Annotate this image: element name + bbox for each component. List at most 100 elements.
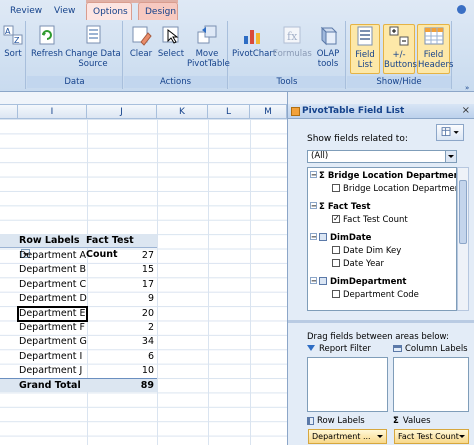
plus-minus-buttons-button[interactable]: +/- Buttons — [383, 24, 417, 74]
dimension-group[interactable]: − DimDate — [310, 232, 371, 244]
olap-tools-button[interactable]: OLAP tools — [312, 24, 344, 69]
pivot-row[interactable]: Department I 6 — [0, 350, 157, 364]
refresh-button[interactable]: Refresh — [30, 24, 64, 59]
col-header-j[interactable]: J — [87, 105, 157, 119]
formulas-button[interactable]: fx Formulas — [273, 24, 312, 59]
value-field-chip[interactable]: Fact Test Count — [394, 429, 469, 444]
group-data: Refresh Change Data Source Data — [27, 21, 123, 89]
measure-group[interactable]: − Σ Bridge Location Department — [310, 170, 456, 182]
dimension-group[interactable]: − DimDepartment — [310, 276, 406, 288]
select-label: Select — [157, 49, 185, 59]
move-pivottable-button[interactable]: Move PivotTable — [187, 24, 230, 69]
pivot-row[interactable]: Department A 27 — [0, 249, 157, 263]
chip-dropdown-icon[interactable] — [459, 435, 465, 438]
checkbox[interactable] — [332, 289, 340, 298]
col-header-k[interactable]: K — [157, 105, 208, 119]
grand-total-label: Grand Total — [19, 380, 81, 391]
pivot-row-value: 20 — [141, 307, 154, 319]
grand-total-row[interactable]: Grand Total 89 — [0, 378, 157, 393]
measure-group[interactable]: − Σ Fact Test — [310, 201, 370, 213]
pane-splitter[interactable] — [288, 320, 474, 323]
field-item[interactable]: Bridge Location Department C... — [332, 183, 456, 195]
pivot-row[interactable]: Department G 34 — [0, 335, 157, 349]
pivot-row[interactable]: Department J 10 — [0, 364, 157, 378]
group-showhide: Field List +/- Buttons Field Headers Sho… — [347, 21, 453, 89]
clear-button[interactable]: Clear — [127, 24, 155, 59]
field-list-label-1: Field — [355, 50, 375, 60]
change-data-source-button[interactable]: Change Data Source — [65, 24, 121, 69]
select-icon — [162, 26, 179, 44]
field-item[interactable]: Date Year — [332, 258, 384, 270]
field-headers-icon — [424, 27, 443, 45]
pane-menu-icon[interactable] — [291, 107, 300, 116]
collapse-icon[interactable]: − — [310, 277, 317, 285]
field-list-scrollbar[interactable] — [457, 167, 469, 311]
row-field-chip[interactable]: Department ... — [308, 429, 387, 444]
olap-label-2: tools — [317, 59, 339, 69]
row-labels-icon — [307, 416, 314, 425]
collapse-icon[interactable]: − — [310, 171, 317, 179]
pane-top-strip — [288, 92, 474, 104]
ribbon-tabs: Review View Options Design — [0, 0, 474, 20]
value-chip-label: Fact Test Count — [398, 432, 459, 441]
tab-design[interactable]: Design — [138, 2, 178, 20]
tab-options[interactable]: Options — [86, 2, 132, 20]
pivot-header-row: Row Labels Fact Test Count — [0, 234, 157, 260]
field-list-box[interactable]: − Σ Bridge Location Department Bridge Locat… — [307, 167, 457, 311]
close-icon[interactable]: × — [462, 105, 470, 116]
column-labels-area[interactable] — [393, 357, 469, 412]
help-icon[interactable] — [457, 5, 466, 14]
scrollbar-thumb[interactable] — [459, 180, 467, 244]
pivotchart-button[interactable]: PivotChart — [232, 24, 276, 59]
field-item[interactable]: Fact Test Count — [332, 213, 408, 226]
tab-review[interactable]: Review — [4, 2, 48, 20]
tab-view[interactable]: View — [48, 2, 81, 20]
pivot-row[interactable]: Department F 2 — [0, 321, 157, 335]
show-fields-select[interactable]: (All) — [307, 150, 457, 163]
field-label: DimDate — [330, 233, 372, 243]
checkbox[interactable] — [332, 245, 340, 254]
drag-fields-label: Drag fields between areas below: — [307, 332, 449, 342]
field-list-button[interactable]: Field List — [350, 24, 380, 74]
checkbox[interactable] — [332, 258, 340, 267]
expand-ribbon-icon[interactable]: » — [465, 85, 472, 92]
olap-label-1: OLAP — [316, 49, 340, 59]
col-header-m[interactable]: M — [250, 105, 287, 119]
chevron-down-icon[interactable] — [445, 151, 456, 162]
worksheet[interactable]: I J K L M Row Labels Fact Test Count Dep… — [0, 92, 287, 445]
field-item[interactable]: Date Dim Key — [332, 245, 401, 257]
collapse-icon[interactable]: − — [310, 202, 317, 210]
layout-dropdown-button[interactable] — [436, 124, 464, 141]
chip-dropdown-icon[interactable] — [377, 435, 383, 438]
field-headers-button[interactable]: Field Headers — [417, 24, 453, 74]
report-filter-area[interactable] — [307, 357, 388, 412]
checkbox[interactable] — [332, 183, 340, 192]
field-label: Date Year — [343, 259, 385, 269]
pivot-row-value: 6 — [147, 350, 154, 362]
group-showhide-label: Show/Hide — [347, 76, 451, 88]
dimension-icon — [319, 232, 327, 241]
show-fields-select-value: (All) — [311, 151, 329, 161]
select-button[interactable]: Select — [156, 24, 186, 59]
sort-label: Sort — [4, 49, 22, 59]
sigma-icon: Σ — [319, 171, 325, 181]
group-tools-label: Tools — [229, 76, 345, 88]
col-header-l[interactable]: L — [208, 105, 250, 119]
refresh-icon — [39, 25, 55, 45]
formula-bar-strip[interactable] — [0, 92, 287, 105]
column-labels-header: Column Labels — [393, 344, 468, 354]
formulas-label: Formulas — [273, 49, 312, 59]
headers-label-1: Field — [423, 50, 444, 60]
field-item[interactable]: Department Code — [332, 289, 419, 301]
pivot-row[interactable]: Department B 15 — [0, 263, 157, 277]
select-all-corner[interactable] — [0, 105, 18, 119]
active-cell-selection[interactable] — [17, 306, 88, 322]
sort-az-icon: A Z — [3, 25, 23, 45]
col-header-i[interactable]: I — [18, 105, 87, 119]
pivot-row[interactable]: Department D 9 — [0, 292, 157, 306]
sort-button[interactable]: A Z Sort — [2, 24, 24, 59]
collapse-icon[interactable]: − — [310, 233, 317, 241]
pivot-row[interactable]: Department C 17 — [0, 278, 157, 292]
refresh-label: Refresh — [30, 49, 64, 59]
checkbox-checked[interactable] — [332, 213, 340, 225]
